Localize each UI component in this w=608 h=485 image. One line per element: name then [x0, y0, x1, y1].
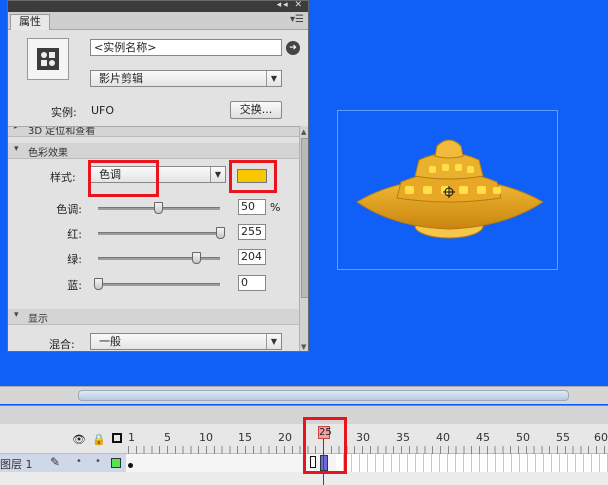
panel-menu-icon[interactable]: ▾☰ — [290, 14, 304, 25]
scroll-up-icon[interactable]: ▲ — [301, 128, 306, 136]
symbol-type-select[interactable]: 影片剪辑 ▼ — [90, 70, 282, 87]
panel-scrollbar[interactable]: ▲ ▼ — [299, 126, 308, 351]
scrollbar-thumb[interactable] — [301, 138, 308, 298]
section-display[interactable]: ▾ 显示 — [8, 309, 299, 325]
frame-number: 60 — [594, 431, 608, 444]
green-slider-thumb[interactable] — [192, 252, 201, 264]
frame-number: 10 — [199, 431, 213, 444]
blue-slider[interactable] — [94, 278, 220, 290]
chevron-down-icon: ▼ — [266, 334, 281, 349]
tint-slider-thumb[interactable] — [154, 202, 163, 214]
instance-label: 实例: — [51, 106, 77, 119]
red-slider[interactable] — [98, 227, 225, 239]
blue-label: 蓝: — [67, 279, 82, 292]
blue-slider-thumb[interactable] — [94, 278, 103, 290]
blue-value-field[interactable]: 0 — [238, 275, 266, 291]
frame-number: 55 — [556, 431, 570, 444]
frame-number: 5 — [164, 431, 171, 444]
section-3d-position-label: 3D 定位和查看 — [28, 126, 96, 137]
blend-value: 一般 — [99, 335, 121, 348]
green-value-field[interactable]: 204 — [238, 249, 266, 265]
chevron-right-icon: ▸ — [14, 126, 19, 132]
lock-dot-icon[interactable]: • — [95, 456, 101, 467]
lock-icon[interactable]: 🔒 — [92, 433, 106, 446]
keyframe-dot[interactable] — [128, 463, 133, 468]
ufo-movie-clip[interactable] — [353, 132, 545, 244]
edit-symbol-icon[interactable]: ➔ — [286, 41, 300, 55]
frame-number: 35 — [396, 431, 410, 444]
swatch-highlight-box — [229, 160, 277, 193]
visibility-dot-icon[interactable]: • — [76, 456, 82, 467]
tint-slider[interactable] — [98, 202, 220, 214]
movie-clip-symbol-icon — [27, 38, 69, 80]
red-slider-thumb[interactable] — [216, 227, 225, 239]
instance-name-input[interactable]: <实例名称> — [90, 39, 282, 56]
frame-number: 30 — [356, 431, 370, 444]
instance-value: UFO — [91, 104, 115, 117]
frame-number: 40 — [436, 431, 450, 444]
panel-titlebar[interactable]: ◂◂ ✕ — [8, 1, 308, 12]
percent-sign: % — [270, 201, 281, 214]
playhead-highlight-box — [303, 417, 347, 474]
symbol-type-value: 影片剪辑 — [99, 72, 143, 85]
section-3d-position[interactable]: ▸ 3D 定位和查看 — [8, 126, 299, 137]
layer-frames[interactable] — [126, 454, 608, 472]
timeline-panel: 👁 🔒 1 5 10 15 20 30 35 40 45 50 55 60 25… — [0, 405, 608, 485]
scrollbar-thumb[interactable] — [78, 390, 569, 401]
chevron-down-icon: ▾ — [14, 310, 19, 320]
green-slider[interactable] — [98, 252, 220, 264]
collapse-close-icon[interactable]: ◂◂ ✕ — [277, 1, 304, 10]
green-label: 绿: — [67, 253, 82, 266]
panel-tabbar: 属性 ▾☰ — [8, 12, 308, 30]
frame-number: 50 — [516, 431, 530, 444]
red-value-field[interactable]: 255 — [238, 224, 266, 240]
tab-properties[interactable]: 属性 — [10, 14, 50, 30]
section-color-effect[interactable]: ▾ 色彩效果 — [8, 143, 299, 159]
outline-icon[interactable] — [112, 433, 122, 443]
tint-label: 色调: — [56, 203, 82, 216]
properties-panel: ◂◂ ✕ 属性 ▾☰ <实例名称> ➔ 影片剪辑 ▼ 实例: UFO 交换...… — [7, 0, 309, 352]
section-color-effect-label: 色彩效果 — [28, 148, 68, 159]
pencil-icon: ✎ — [50, 455, 61, 469]
frame-number: 45 — [476, 431, 490, 444]
section-display-label: 显示 — [28, 314, 48, 325]
scroll-down-icon[interactable]: ▼ — [301, 343, 306, 351]
eye-icon[interactable]: 👁 — [72, 433, 86, 446]
layer-color-swatch[interactable] — [111, 458, 121, 468]
frame-number: 15 — [238, 431, 252, 444]
layer-name[interactable]: 图层 1 — [0, 456, 33, 472]
empty-frame-cells[interactable] — [336, 454, 608, 472]
frame-number: 1 — [128, 431, 135, 444]
style-label: 样式: — [50, 171, 76, 184]
blend-select[interactable]: 一般 ▼ — [90, 333, 282, 350]
frame-number: 20 — [278, 431, 292, 444]
swap-button[interactable]: 交换... — [230, 101, 282, 119]
blend-label: 混合: — [49, 338, 75, 351]
chevron-down-icon: ▼ — [266, 71, 281, 86]
frame-ruler[interactable] — [128, 446, 608, 454]
chevron-down-icon: ▼ — [210, 167, 225, 182]
tint-value-field[interactable]: 50 — [238, 199, 266, 215]
chevron-down-icon: ▾ — [14, 144, 19, 154]
stage-horizontal-scrollbar[interactable] — [0, 386, 608, 404]
style-highlight-box — [88, 160, 159, 197]
red-label: 红: — [67, 228, 82, 241]
properties-sections: ▸ 3D 定位和查看 ▾ 色彩效果 样式: 色调 ▼ 色调: 50 % 红: 2… — [8, 126, 299, 351]
